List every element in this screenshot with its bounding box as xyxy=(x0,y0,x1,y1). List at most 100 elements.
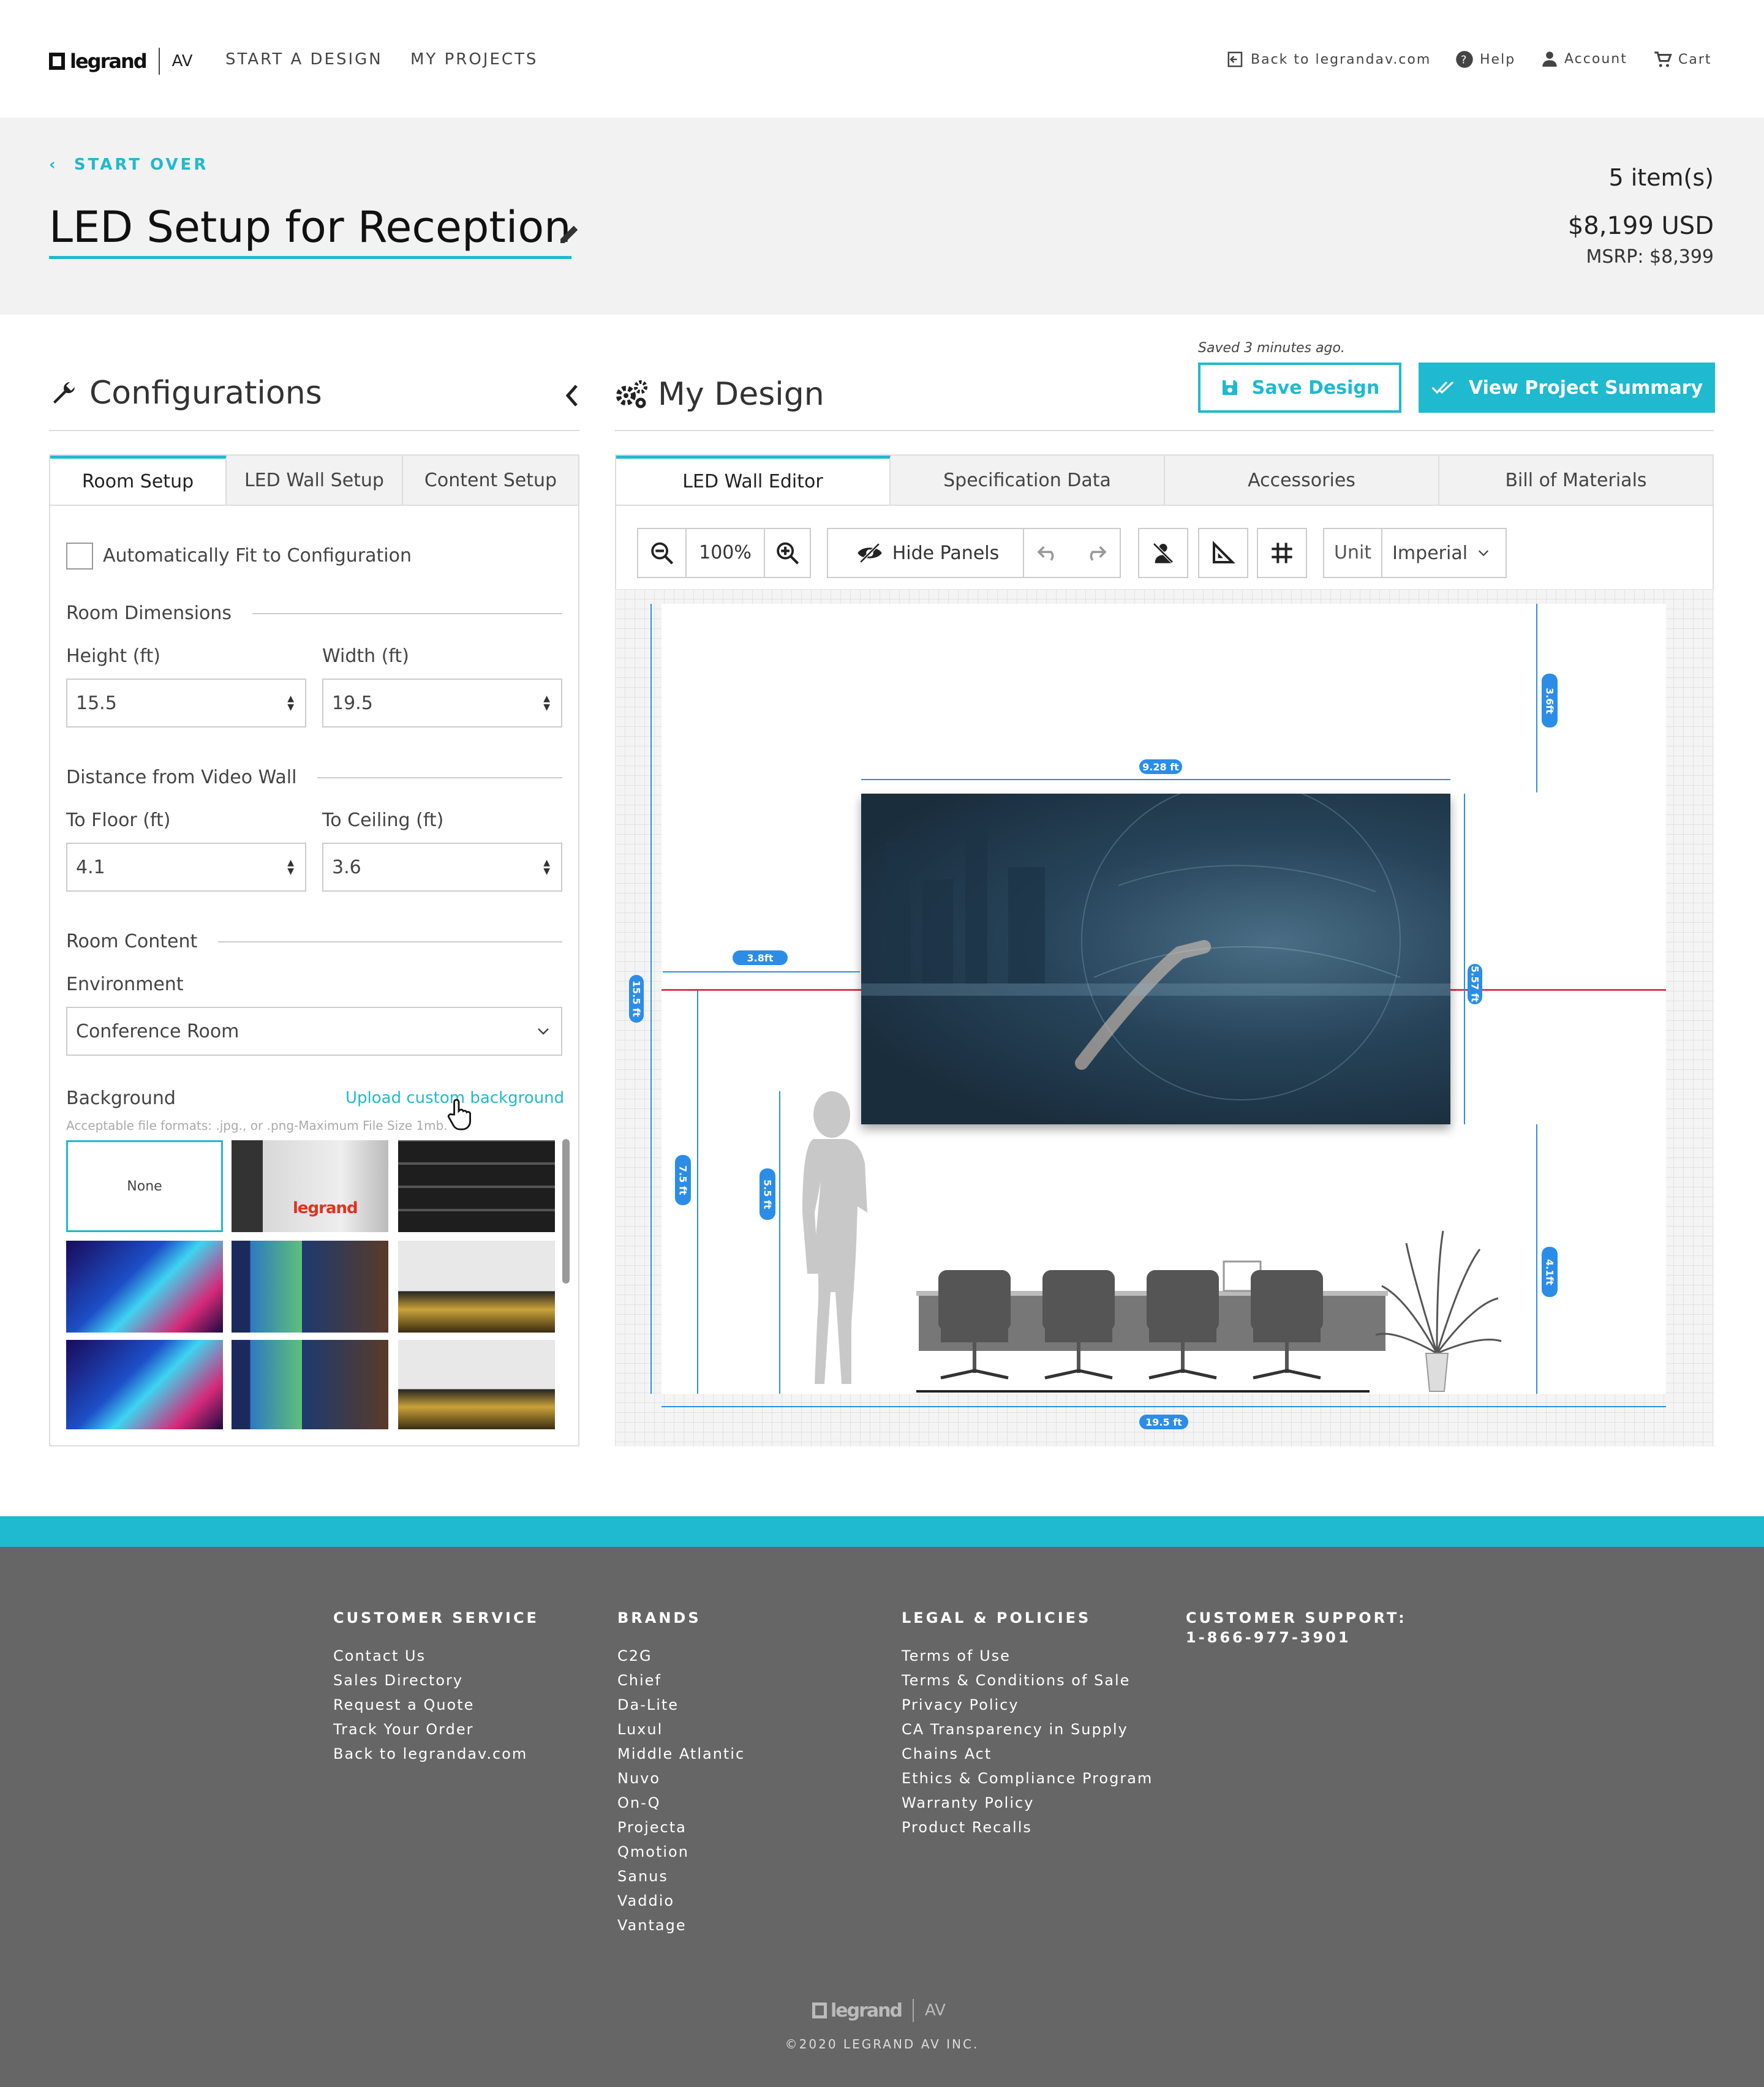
footer-link[interactable]: Qmotion xyxy=(617,1843,745,1868)
redo-icon[interactable] xyxy=(1084,544,1108,562)
background-thumb-stage-2[interactable] xyxy=(66,1340,223,1429)
toggle-dimensions-button[interactable] xyxy=(1198,528,1248,578)
background-label: Background xyxy=(66,1088,176,1109)
footer-link[interactable]: Vaddio xyxy=(617,1892,745,1917)
footer-link[interactable]: Privacy Policy xyxy=(902,1696,1153,1721)
auto-fit-label: Automatically Fit to Configuration xyxy=(103,545,412,566)
unit-select[interactable]: Unit Imperial xyxy=(1323,528,1507,578)
footer-link[interactable]: Track Your Order xyxy=(333,1721,539,1745)
view-project-summary-button[interactable]: View Project Summary xyxy=(1419,363,1715,413)
footer-link[interactable]: Projecta xyxy=(617,1819,745,1843)
floor-dimension-line xyxy=(1536,1124,1537,1394)
footer-link[interactable]: Terms & Conditions of Sale xyxy=(902,1672,1153,1696)
background-thumb-none[interactable]: None xyxy=(66,1140,223,1232)
background-thumb-observatory[interactable] xyxy=(232,1241,388,1333)
stepper-icon[interactable]: ▲ ▼ xyxy=(287,694,294,712)
center-height-dimension-line xyxy=(697,991,698,1394)
pencil-icon[interactable] xyxy=(557,222,582,246)
background-thumb-auditorium-2[interactable] xyxy=(398,1340,555,1429)
chevron-down-icon xyxy=(538,1028,549,1035)
project-title[interactable]: LED Setup for Reception xyxy=(49,202,571,259)
double-check-icon xyxy=(1431,381,1454,394)
stepper-icon[interactable]: ▲ ▼ xyxy=(287,859,294,876)
environment-select[interactable]: Conference Room xyxy=(66,1007,562,1056)
led-wall-content-image xyxy=(861,781,1450,1100)
tab-content-setup[interactable]: Content Setup xyxy=(403,456,578,505)
tab-led-wall-setup[interactable]: LED Wall Setup xyxy=(227,456,403,505)
footer-link[interactable]: C2G xyxy=(617,1647,745,1672)
msrp-price: MSRP: $8,399 xyxy=(1586,246,1714,268)
footer-link[interactable]: CA Transparency in Supply xyxy=(902,1721,1153,1745)
auto-fit-checkbox[interactable] xyxy=(66,543,93,570)
help-icon: ? xyxy=(1456,51,1473,68)
background-thumb-stage[interactable] xyxy=(66,1241,223,1333)
start-over-link[interactable]: ‹ START OVER xyxy=(49,156,208,174)
footer-link[interactable]: Chains Act xyxy=(902,1745,1153,1770)
width-input[interactable]: 19.5 ▲ ▼ xyxy=(322,679,562,728)
zoom-in-icon[interactable] xyxy=(775,540,800,566)
help-link[interactable]: ? Help xyxy=(1455,50,1515,69)
room-width-label: 19.5 ft xyxy=(1139,1415,1188,1429)
legrand-logo[interactable]: legrand AV xyxy=(49,48,193,75)
footer-link[interactable]: Nuvo xyxy=(617,1770,745,1794)
cart-link[interactable]: Cart xyxy=(1654,50,1712,69)
toggle-person-button[interactable] xyxy=(1138,528,1188,578)
toggle-grid-button[interactable] xyxy=(1257,528,1307,578)
wall-height-label: 5.57 ft xyxy=(1468,964,1482,1004)
width-label: Width (ft) xyxy=(322,645,409,667)
footer-link[interactable]: Middle Atlantic xyxy=(617,1745,745,1770)
nav-my-projects[interactable]: MY PROJECTS xyxy=(410,50,538,69)
file-format-note: Acceptable file formats: .jpg., or .png-… xyxy=(66,1118,448,1133)
tab-specification-data[interactable]: Specification Data xyxy=(891,456,1165,505)
tab-led-wall-editor[interactable]: LED Wall Editor xyxy=(616,456,891,505)
grid-icon xyxy=(1272,543,1292,563)
support-phone[interactable]: 1-866-977-3901 xyxy=(1186,1629,1407,1653)
nav-start-design[interactable]: START A DESIGN xyxy=(225,50,383,69)
ruler-triangle-icon xyxy=(1213,541,1235,563)
led-wall-screen[interactable] xyxy=(861,781,1450,1124)
hide-panels-button[interactable]: Hide Panels xyxy=(827,528,1028,578)
footer-link[interactable]: Chief xyxy=(617,1672,745,1696)
footer-link[interactable]: On-Q xyxy=(617,1794,745,1819)
background-thumb-shelves[interactable] xyxy=(398,1140,555,1232)
zoom-out-icon[interactable] xyxy=(649,540,674,566)
tab-accessories[interactable]: Accessories xyxy=(1165,456,1439,505)
stepper-icon[interactable]: ▲ ▼ xyxy=(543,694,550,712)
footer-link[interactable]: Product Recalls xyxy=(902,1819,1153,1843)
chevron-left-icon[interactable] xyxy=(562,383,581,408)
to-floor-input[interactable]: 4.1 ▲ ▼ xyxy=(66,843,306,892)
footer-link[interactable]: Sales Directory xyxy=(333,1672,539,1696)
to-ceiling-input[interactable]: 3.6 ▲ ▼ xyxy=(322,843,562,892)
background-thumb-observatory-2[interactable] xyxy=(232,1340,388,1429)
background-thumb-lobby[interactable]: legrand xyxy=(232,1140,388,1232)
footer-link[interactable]: Request a Quote xyxy=(333,1696,539,1721)
save-design-button[interactable]: Save Design xyxy=(1198,363,1401,413)
user-icon xyxy=(1542,51,1557,67)
wall-width-label: 9.28 ft xyxy=(1139,759,1182,774)
footer-link[interactable]: Terms of Use xyxy=(902,1647,1153,1672)
footer-link[interactable]: Vantage xyxy=(617,1917,745,1941)
back-to-site-link[interactable]: Back to legrandav.com xyxy=(1226,50,1431,69)
account-link[interactable]: Account xyxy=(1541,50,1627,67)
distance-section: Distance from Video Wall xyxy=(66,767,562,788)
item-count: 5 item(s) xyxy=(1608,164,1714,191)
to-ceiling-label: To Ceiling (ft) xyxy=(322,810,444,831)
footer-link[interactable]: Warranty Policy xyxy=(902,1794,1153,1819)
undo-icon[interactable] xyxy=(1036,544,1060,562)
footer-link[interactable]: Da-Lite xyxy=(617,1696,745,1721)
background-thumb-auditorium[interactable] xyxy=(398,1241,555,1333)
tab-bill-of-materials[interactable]: Bill of Materials xyxy=(1439,456,1713,505)
stepper-icon[interactable]: ▲ ▼ xyxy=(543,859,550,876)
scrollbar[interactable] xyxy=(562,1139,570,1284)
footer-link[interactable]: Contact Us xyxy=(333,1647,539,1672)
person-off-icon xyxy=(1153,543,1174,563)
footer-link[interactable]: Ethics & Compliance Program xyxy=(902,1770,1153,1794)
tab-room-setup[interactable]: Room Setup xyxy=(50,456,227,505)
footer-link[interactable]: Sanus xyxy=(617,1868,745,1892)
footer-link[interactable]: Luxul xyxy=(617,1721,745,1745)
hand-cursor-icon xyxy=(447,1099,471,1130)
to-floor-label: To Floor (ft) xyxy=(66,810,171,831)
footer-logo[interactable]: legrand AV xyxy=(812,1999,946,2022)
height-input[interactable]: 15.5 ▲ ▼ xyxy=(66,679,306,728)
footer-link[interactable]: Back to legrandav.com xyxy=(333,1745,539,1770)
